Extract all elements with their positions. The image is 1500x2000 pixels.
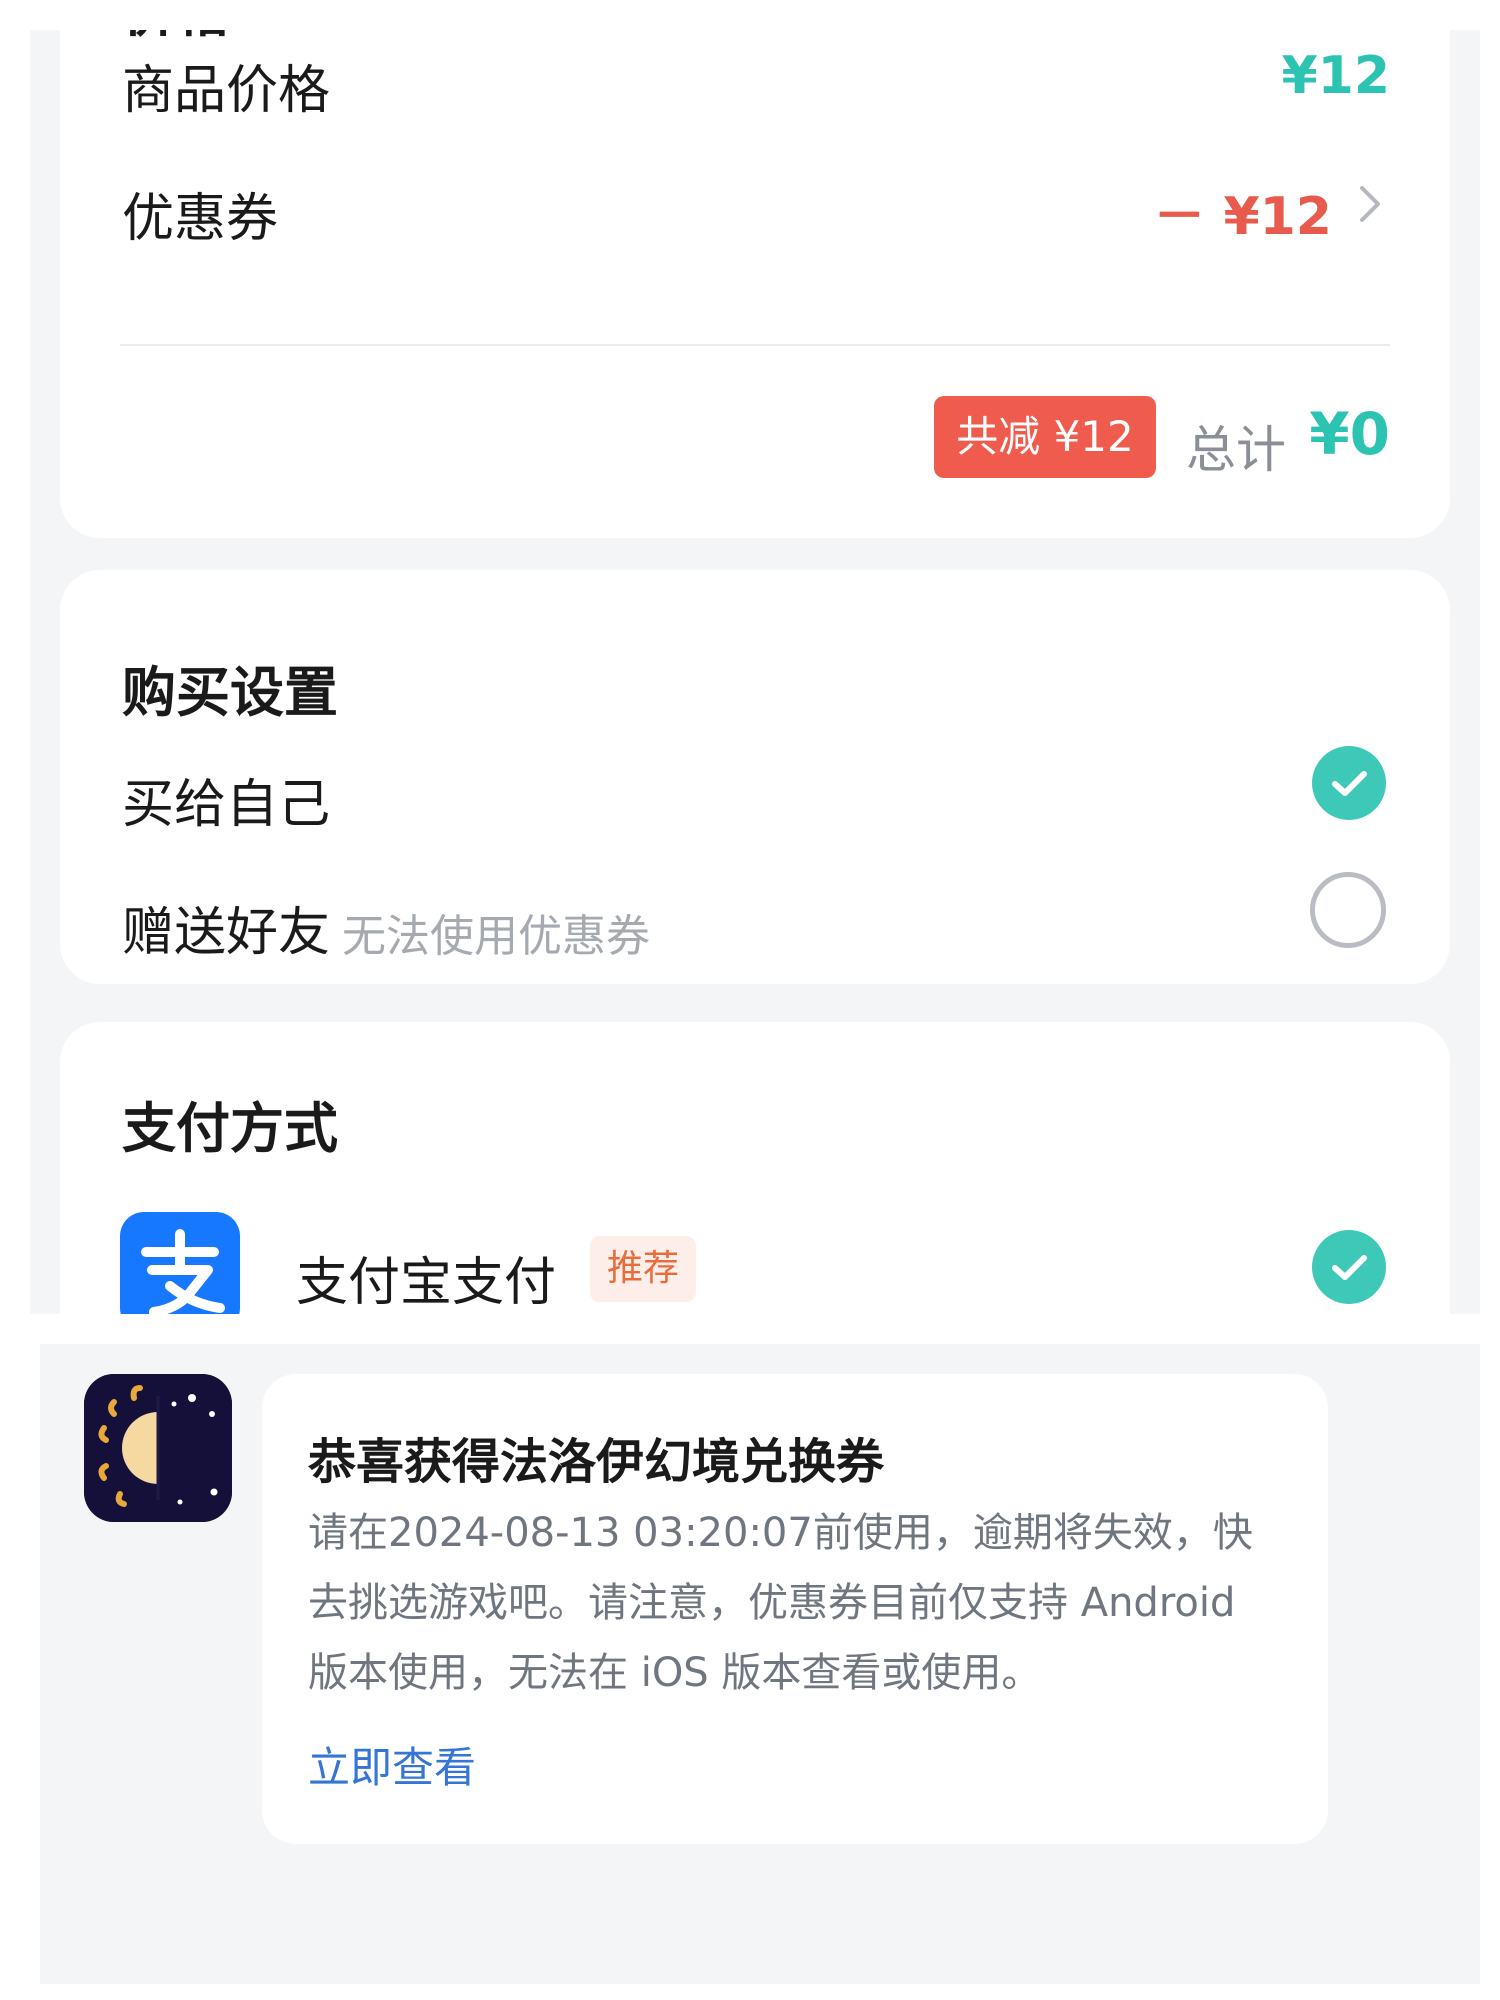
notification-screen: 恭喜获得法洛伊幻境兑换券 请在2024-08-13 03:20:07前使用，逾期… xyxy=(40,1344,1480,1984)
goods-price-label: 商品价格 xyxy=(122,61,331,121)
divider xyxy=(120,344,1390,346)
coupon-notification-card[interactable]: 恭喜获得法洛伊幻境兑换券 请在2024-08-13 03:20:07前使用，逾期… xyxy=(262,1374,1328,1844)
price-section-title: 价格 xyxy=(122,30,230,47)
payment-method-title: 支付方式 xyxy=(122,1097,338,1160)
buy-for-self-check-icon[interactable] xyxy=(1312,746,1386,820)
notification-title: 恭喜获得法洛伊幻境兑换券 xyxy=(308,1434,885,1490)
price-card: 价格 商品价格 ¥12 优惠券 － ¥12 共减 ¥12 总计 ¥0 xyxy=(60,30,1450,538)
total-label: 总计 xyxy=(1186,421,1286,479)
purchase-settings-title: 购买设置 xyxy=(122,661,338,724)
purchase-settings-card: 购买设置 买给自己 赠送好友 无法使用优惠券 xyxy=(60,570,1450,984)
buy-for-self-label[interactable]: 买给自己 xyxy=(122,762,330,837)
order-screen: 价格 商品价格 ¥12 优惠券 － ¥12 共减 ¥12 总计 ¥0 购买设置 … xyxy=(30,30,1480,1314)
gift-friend-note: 无法使用优惠券 xyxy=(342,911,650,962)
coupon-label[interactable]: 优惠券 xyxy=(122,176,278,251)
alipay-icon xyxy=(120,1212,240,1314)
recommend-badge: 推荐 xyxy=(590,1236,696,1302)
notification-body: 请在2024-08-13 03:20:07前使用，逾期将失效，快去挑选游戏吧。请… xyxy=(308,1510,1253,1696)
total-value: ¥0 xyxy=(1309,400,1390,468)
total-discount-badge: 共减 ¥12 xyxy=(934,396,1156,478)
view-now-link[interactable]: 立即查看 xyxy=(308,1734,476,1795)
game-app-icon[interactable] xyxy=(84,1374,232,1522)
coupon-discount-value[interactable]: － ¥12 xyxy=(1153,174,1332,249)
gift-friend-label[interactable]: 赠送好友 xyxy=(122,890,330,965)
chevron-right-icon[interactable] xyxy=(1350,182,1390,226)
goods-price-value: ¥12 xyxy=(1281,46,1390,106)
payment-method-card: 支付方式 支付宝支付 推荐 xyxy=(60,1022,1450,1314)
alipay-check-icon[interactable] xyxy=(1312,1230,1386,1304)
alipay-label[interactable]: 支付宝支付 xyxy=(296,1240,556,1314)
gift-friend-radio-icon[interactable] xyxy=(1310,872,1386,948)
